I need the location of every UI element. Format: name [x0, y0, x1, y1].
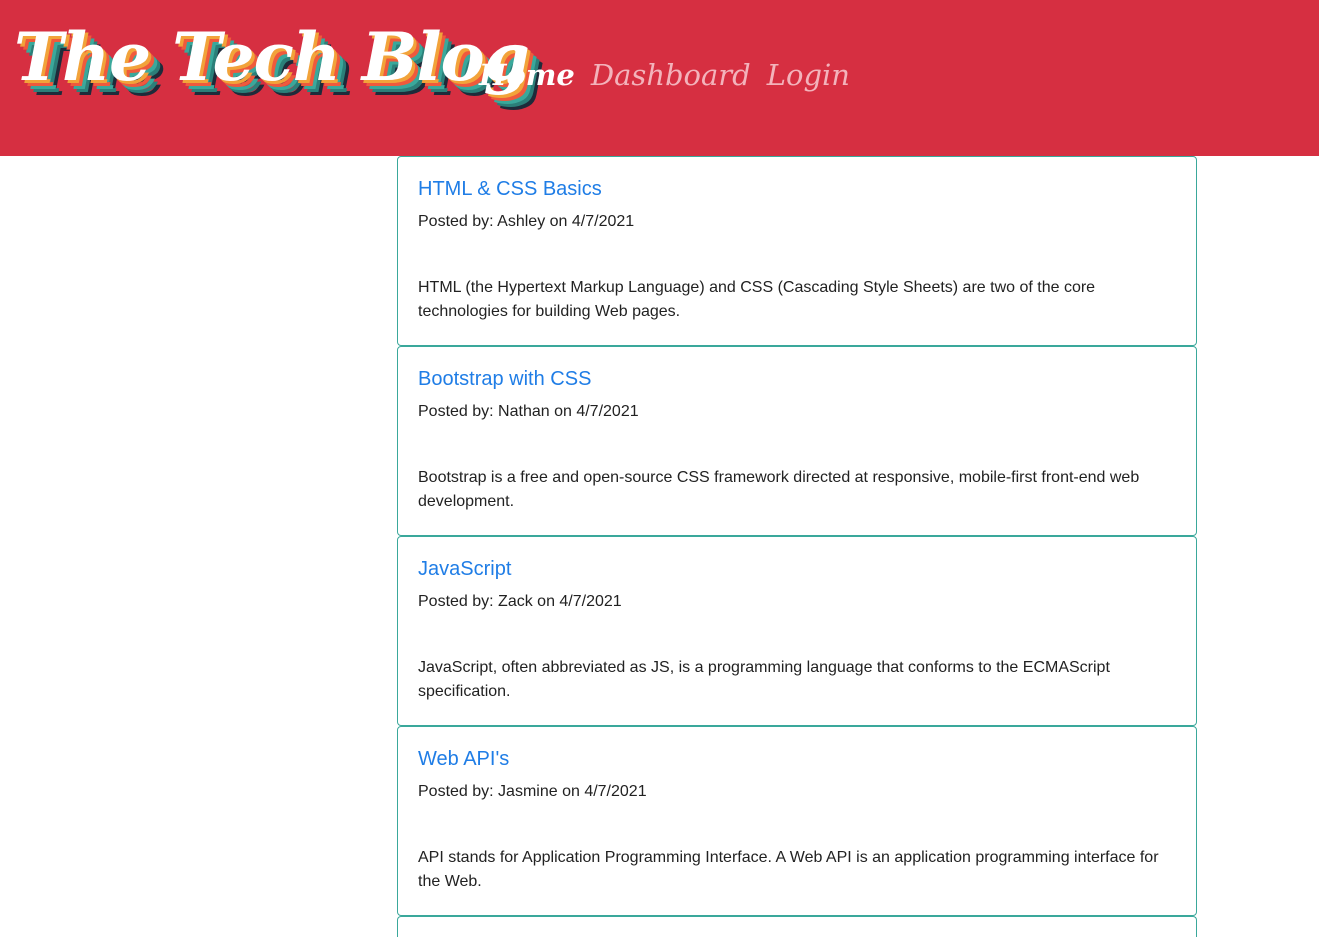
post-card[interactable]: Web API's Posted by: Jasmine on 4/7/2021…	[397, 726, 1197, 916]
post-meta: Posted by: Ashley on 4/7/2021	[418, 213, 635, 230]
nav-dashboard-link[interactable]: Dashboard	[591, 58, 751, 93]
post-body: API stands for Application Programming I…	[418, 849, 1159, 890]
post-body: Bootstrap is a free and open-source CSS …	[418, 469, 1140, 510]
post-feed: HTML & CSS Basics Posted by: Ashley on 4…	[397, 156, 1197, 937]
post-body: JavaScript, often abbreviated as JS, is …	[418, 659, 1110, 700]
post-title-link[interactable]: JavaScript	[418, 557, 1176, 581]
post-meta: Posted by: Jasmine on 4/7/2021	[418, 783, 647, 800]
post-card[interactable]: HTML & CSS Basics Posted by: Ashley on 4…	[397, 156, 1197, 346]
post-card[interactable]: JavaScript Posted by: Zack on 4/7/2021 J…	[397, 536, 1197, 726]
main-nav: Home Dashboard Login	[479, 58, 850, 93]
post-title-link[interactable]: HTML & CSS Basics	[418, 177, 1176, 201]
site-logo[interactable]: The Tech Blog	[14, 24, 530, 90]
post-card[interactable]: Bootstrap with CSS Posted by: Nathan on …	[397, 346, 1197, 536]
post-card-partial	[397, 916, 1197, 937]
post-title-link[interactable]: Web API's	[418, 747, 1176, 771]
nav-home-link[interactable]: Home	[479, 58, 575, 93]
post-body: HTML (the Hypertext Markup Language) and…	[418, 279, 1096, 320]
site-header: The Tech Blog Home Dashboard Login	[0, 0, 1319, 156]
post-title-link[interactable]: Bootstrap with CSS	[418, 367, 1176, 391]
post-meta: Posted by: Zack on 4/7/2021	[418, 593, 622, 610]
nav-login-link[interactable]: Login	[767, 58, 850, 93]
post-meta: Posted by: Nathan on 4/7/2021	[418, 403, 639, 420]
